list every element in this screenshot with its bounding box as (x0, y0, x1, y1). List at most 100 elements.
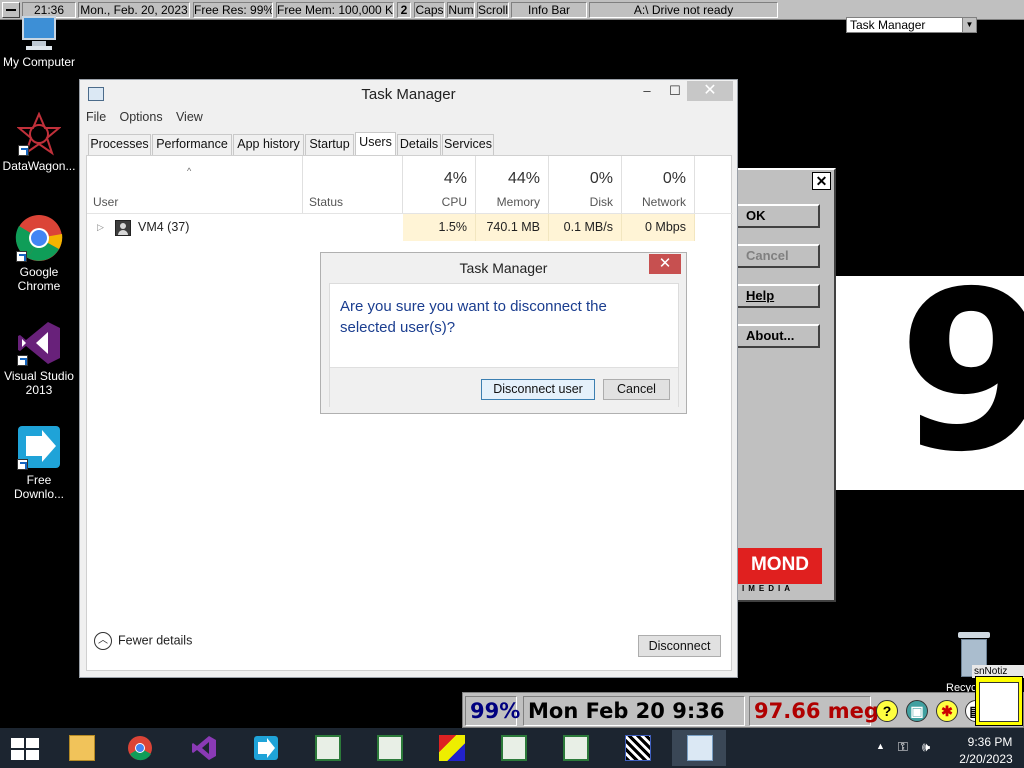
taskbar: ▲ ⚿ 🕪 (0, 728, 1024, 768)
dialog-close-button[interactable]: ✕ (649, 254, 681, 274)
menu-file[interactable]: File (86, 110, 106, 124)
visual-studio-icon (192, 736, 216, 760)
chevron-down-icon[interactable]: ▼ (962, 18, 976, 32)
taskbar-chrome[interactable] (112, 730, 166, 766)
infobar-num: Num (447, 2, 475, 18)
dialog-footer: Disconnect user Cancel (330, 367, 678, 407)
network-icon[interactable]: ⚿ (898, 739, 908, 755)
status-strip: 99% Mon Feb 20 9:36 97.66 meg ? ▣ ✱ ▤ (462, 692, 1024, 728)
infobar-free-res: Free Res: 99% (193, 2, 273, 18)
taskbar-pattern-app[interactable] (610, 730, 664, 766)
legacy-cancel-button[interactable]: Cancel (736, 244, 820, 268)
help-icon[interactable]: ? (876, 700, 898, 722)
notiz-widget[interactable] (975, 676, 1023, 726)
tab-performance[interactable]: Performance (152, 134, 232, 156)
taskbar-window-1[interactable] (300, 730, 354, 766)
taskbar-window-3[interactable] (486, 730, 540, 766)
legacy-about-button[interactable]: About... (736, 324, 820, 348)
download-manager-icon (254, 736, 278, 760)
row-memory: 740.1 MB (476, 214, 549, 241)
desktop-icon-free-download[interactable]: Free Downlo... (0, 424, 78, 501)
task-manager-icon (687, 735, 713, 761)
taskbar-window-2[interactable] (362, 730, 416, 766)
desktop-icon-datawagon[interactable]: DataWagon... (0, 111, 78, 173)
column-cpu-label: CPU (441, 195, 467, 209)
taskbar-visual-studio[interactable] (176, 730, 230, 766)
dialog-cancel-button[interactable]: Cancel (603, 379, 670, 400)
visual-studio-icon (16, 320, 62, 366)
close-button[interactable]: ✕ (687, 81, 733, 101)
tab-details[interactable]: Details (397, 134, 441, 156)
column-status-label: Status (309, 195, 344, 209)
row-cpu: 1.5% (403, 214, 476, 241)
infobar-drive-status: A:\ Drive not ready (589, 2, 778, 18)
menu-options[interactable]: Options (120, 110, 163, 124)
desktop-icon-my-computer[interactable]: My Computer (0, 16, 78, 69)
taskbar-task-manager[interactable] (672, 730, 726, 766)
legacy-dialog: ✕ OK Cancel Help About... MOND IMEDIA (736, 168, 836, 602)
column-header-status[interactable]: Status (303, 156, 403, 213)
column-network-label: Network (641, 195, 686, 209)
infobar-info-bar[interactable]: Info Bar (511, 2, 587, 18)
volume-icon[interactable]: 🕪 (922, 739, 930, 755)
desktop-icon-label: My Computer (2, 55, 76, 69)
window-select-dropdown[interactable]: Task Manager ▼ (846, 17, 977, 33)
notepad-icon (979, 682, 1019, 722)
row-disk: 0.1 MB/s (549, 214, 622, 241)
desktop-icon-label-line2: Downlo... (13, 487, 65, 501)
confirm-dialog: Task Manager ✕ Are you sure you want to … (320, 252, 687, 414)
sort-arrow-icon: ^ (187, 166, 192, 176)
tab-services[interactable]: Services (442, 134, 494, 156)
window-icon (563, 735, 589, 761)
desktop-icon-label-line2: 2013 (25, 383, 53, 397)
user-avatar-icon (115, 220, 131, 236)
download-manager-icon (16, 424, 62, 470)
minimize-button[interactable]: – (633, 81, 661, 101)
network-total-percent: 0% (662, 170, 686, 187)
chrome-icon (128, 736, 152, 761)
maximize-button[interactable]: ☐ (661, 81, 689, 101)
fewer-details-button[interactable]: ︿ Fewer details (94, 632, 192, 654)
tab-startup[interactable]: Startup (305, 134, 354, 156)
chevron-up-icon: ︿ (94, 632, 112, 650)
show-hidden-icons-icon[interactable]: ▲ (876, 741, 885, 751)
runner-icon[interactable]: ✱ (936, 700, 958, 722)
disk-icon[interactable]: ▣ (906, 700, 928, 722)
column-header-cpu[interactable]: 4% CPU (403, 156, 476, 213)
taskbar-paint-app[interactable] (424, 730, 478, 766)
taskbar-clock-time[interactable]: 9:36 PM (960, 735, 1020, 749)
start-button[interactable] (0, 728, 48, 768)
fewer-details-label: Fewer details (118, 633, 193, 648)
datawagon-icon (16, 111, 62, 156)
expand-chevron-icon[interactable]: ▷ (97, 214, 104, 241)
column-header-network[interactable]: 0% Network (622, 156, 695, 213)
chrome-icon (15, 214, 63, 262)
taskbar-file-explorer[interactable] (54, 730, 108, 766)
column-header-disk[interactable]: 0% Disk (549, 156, 622, 213)
taskbar-window-4[interactable] (548, 730, 602, 766)
taskbar-clock-date[interactable]: 2/20/2023 (950, 752, 1022, 766)
disconnect-button[interactable]: Disconnect (638, 635, 721, 657)
taskbar-download-manager[interactable] (238, 730, 292, 766)
column-header-user[interactable]: ^ User (87, 156, 303, 213)
window-icon (501, 735, 527, 761)
disconnect-user-button[interactable]: Disconnect user (481, 379, 595, 400)
column-header-memory[interactable]: 44% Memory (476, 156, 549, 213)
desktop-icon-label: Free (26, 473, 52, 487)
big-digit: 9 (898, 276, 1024, 490)
legacy-help-button[interactable]: Help (736, 284, 820, 308)
menu-view[interactable]: View (176, 110, 203, 124)
tab-processes[interactable]: Processes (88, 134, 151, 156)
tab-users[interactable]: Users (355, 132, 396, 157)
desktop-icon-visual-studio[interactable]: Visual Studio 2013 (0, 320, 78, 397)
tab-app-history[interactable]: App history (233, 134, 304, 156)
legacy-ok-button[interactable]: OK (736, 204, 820, 228)
window-icon (377, 735, 403, 761)
desktop-icon-google-chrome[interactable]: Google Chrome (0, 214, 78, 293)
legacy-dialog-close-button[interactable]: ✕ (812, 172, 831, 190)
table-row[interactable]: ▷ VM4 (37) 1.5% 740.1 MB 0.1 MB/s 0 Mbps (87, 213, 733, 241)
legacy-logo-text: MOND (750, 554, 810, 575)
dialog-title: Task Manager (459, 260, 548, 276)
infobar-desktop-num[interactable]: 2 (397, 2, 411, 18)
title-bar[interactable]: Task Manager – ☐ ✕ (80, 80, 737, 108)
